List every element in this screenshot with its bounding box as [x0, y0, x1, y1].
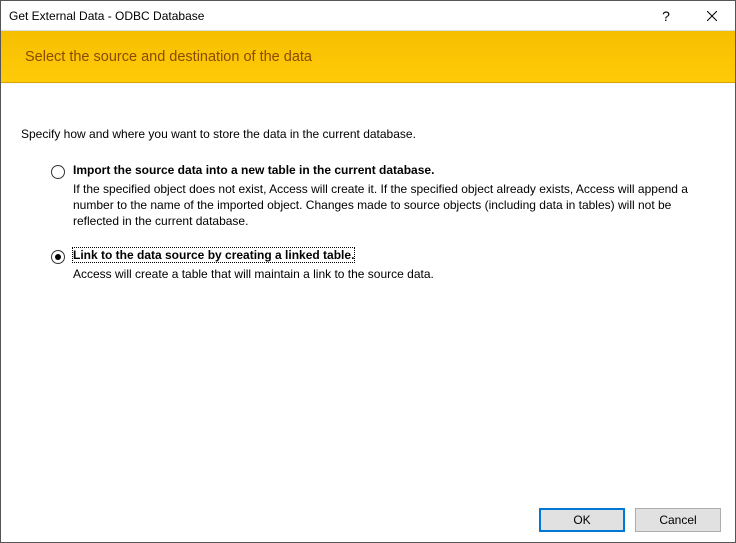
footer-bar: OK Cancel — [1, 498, 735, 542]
cancel-button[interactable]: Cancel — [635, 508, 721, 532]
close-button[interactable] — [689, 1, 735, 31]
option-link-label: Link to the data source by creating a li… — [73, 248, 354, 262]
option-link-desc: Access will create a table that will mai… — [73, 266, 709, 282]
close-icon — [707, 11, 717, 21]
content-area: Specify how and where you want to store … — [1, 83, 735, 498]
help-button[interactable]: ? — [643, 1, 689, 31]
banner-title: Select the source and destination of the… — [25, 49, 312, 65]
radio-link[interactable] — [51, 250, 65, 264]
ok-button[interactable]: OK — [539, 508, 625, 532]
option-link[interactable]: Link to the data source by creating a li… — [51, 248, 709, 282]
option-link-text: Link to the data source by creating a li… — [73, 248, 709, 282]
option-import-desc: If the specified object does not exist, … — [73, 181, 709, 230]
option-import-text: Import the source data into a new table … — [73, 163, 709, 230]
header-banner: Select the source and destination of the… — [1, 31, 735, 83]
radio-import[interactable] — [51, 165, 65, 179]
option-import-label: Import the source data into a new table … — [73, 163, 434, 177]
intro-text: Specify how and where you want to store … — [21, 127, 715, 141]
option-import[interactable]: Import the source data into a new table … — [51, 163, 709, 230]
options-group: Import the source data into a new table … — [51, 163, 709, 282]
dialog-window: Get External Data - ODBC Database ? Sele… — [0, 0, 736, 543]
title-bar: Get External Data - ODBC Database ? — [1, 1, 735, 31]
window-title: Get External Data - ODBC Database — [9, 9, 643, 23]
